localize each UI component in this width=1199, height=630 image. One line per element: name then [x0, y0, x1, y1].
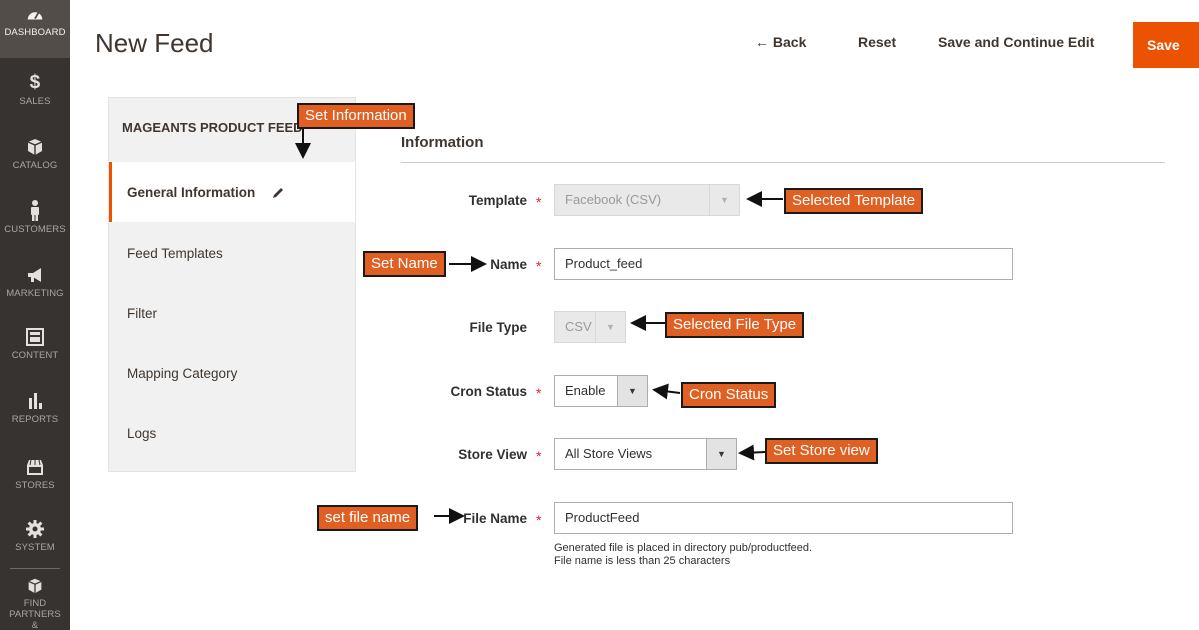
callout-selected-template: Selected Template [784, 188, 924, 214]
nav-marketing[interactable]: MARKETING [0, 264, 70, 299]
template-select[interactable]: Facebook (CSV) ▼ [554, 184, 740, 216]
section-divider [401, 162, 1165, 163]
required-mark: * [536, 385, 542, 401]
person-icon [31, 200, 39, 221]
nav-sales[interactable]: $ SALES [0, 72, 70, 107]
file-name-value: ProductFeed [565, 510, 640, 525]
tab-label: Filter [127, 306, 157, 321]
file-type-select[interactable]: CSV ▼ [554, 311, 626, 343]
bar-chart-icon [29, 393, 42, 409]
feed-tabs: MAGEANTS PRODUCT FEED General Informatio… [108, 97, 356, 472]
callout-cron-status: Cron Status [681, 382, 777, 408]
required-mark: * [536, 194, 542, 210]
template-label: Template [468, 193, 527, 208]
nav-system-label: SYSTEM [15, 542, 55, 553]
template-value: Facebook (CSV) [565, 192, 662, 207]
tab-feed-templates[interactable]: Feed Templates [109, 223, 355, 283]
file-name-input[interactable]: ProductFeed [554, 502, 1013, 534]
nav-reports[interactable]: REPORTS [0, 390, 70, 425]
chevron-down-icon: ▼ [709, 185, 739, 215]
required-mark: * [536, 258, 542, 274]
nav-content-label: CONTENT [11, 350, 59, 361]
back-button[interactable]: ← Back [755, 34, 806, 50]
layout-icon [26, 328, 44, 346]
tab-label: Logs [127, 426, 157, 441]
nav-customers-label: CUSTOMERS [4, 224, 66, 235]
box-icon [28, 578, 42, 594]
nav-marketing-label: MARKETING [6, 288, 64, 299]
nav-reports-label: REPORTS [11, 414, 59, 425]
save-button[interactable]: Save [1133, 22, 1199, 68]
nav-divider [10, 568, 60, 569]
chevron-down-icon: ▼ [617, 376, 647, 406]
admin-sidebar: DASHBOARD $ SALES CATALOG CUSTOMERS MARK… [0, 0, 70, 630]
file-type-value: CSV [565, 319, 592, 334]
nav-find-partners[interactable]: FIND PARTNERS & EXTENSIONS [0, 576, 70, 630]
name-input[interactable]: Product_feed [554, 248, 1013, 280]
cron-status-label: Cron Status [450, 384, 527, 399]
nav-stores[interactable]: STORES [0, 456, 70, 491]
section-title: Information [401, 134, 484, 151]
file-name-note: Generated file is placed in directory pu… [554, 542, 812, 568]
nav-find-partners-label-1: FIND PARTNERS [9, 598, 61, 620]
cron-status-value: Enable [565, 383, 606, 398]
tab-label: Mapping Category [127, 366, 238, 381]
page-title: New Feed [95, 28, 214, 58]
chevron-down-icon: ▼ [595, 312, 625, 342]
tab-label: Feed Templates [127, 246, 223, 261]
callout-selected-file-type: Selected File Type [665, 312, 805, 338]
nav-dashboard[interactable]: DASHBOARD [0, 0, 70, 58]
nav-stores-label: STORES [15, 480, 55, 491]
dashboard-icon [27, 11, 43, 20]
callout-set-store-view: Set Store view [765, 438, 878, 464]
tab-logs[interactable]: Logs [109, 403, 355, 463]
megaphone-icon [28, 268, 41, 282]
arrow-set-store-view [738, 444, 766, 461]
store-view-select[interactable]: All Store Views ▼ [554, 438, 737, 470]
tab-label: General Information [127, 185, 256, 200]
required-mark: * [536, 448, 542, 464]
callout-set-information: Set Information [297, 103, 415, 129]
name-value: Product_feed [565, 256, 643, 271]
cron-status-select[interactable]: Enable ▼ [554, 375, 648, 407]
callout-set-name: Set Name [363, 251, 446, 277]
callout-set-file-name: set file name [317, 505, 419, 531]
nav-dashboard-label: DASHBOARD [4, 27, 66, 38]
nav-customers[interactable]: CUSTOMERS [0, 198, 70, 235]
tab-filter[interactable]: Filter [109, 283, 355, 343]
gear-icon [26, 520, 44, 538]
required-mark: * [536, 512, 542, 528]
file-name-note-line-2: File name is less than 25 characters [554, 555, 731, 567]
file-name-note-line-1: Generated file is placed in directory pu… [554, 542, 813, 554]
storefront-icon [27, 459, 43, 475]
box-icon [27, 139, 43, 155]
store-view-value: All Store Views [565, 446, 653, 461]
nav-system[interactable]: SYSTEM [0, 518, 70, 553]
file-type-label: File Type [469, 320, 527, 335]
store-view-label: Store View [458, 447, 527, 462]
nav-find-partners-label-2: & EXTENSIONS [31, 620, 39, 630]
tabs-title: MAGEANTS PRODUCT FEED [122, 120, 303, 135]
save-continue-button[interactable]: Save and Continue Edit [938, 34, 1094, 50]
nav-sales-label: SALES [19, 96, 51, 107]
tab-general-information[interactable]: General Information [109, 162, 355, 222]
nav-content[interactable]: CONTENT [0, 326, 70, 361]
arrow-cron-status [652, 383, 681, 400]
reset-button[interactable]: Reset [858, 34, 896, 50]
nav-catalog[interactable]: CATALOG [0, 136, 70, 171]
tab-mapping-category[interactable]: Mapping Category [109, 343, 355, 403]
dollar-icon: $ [29, 72, 41, 93]
chevron-down-icon: ▼ [706, 439, 736, 469]
nav-catalog-label: CATALOG [12, 160, 58, 171]
pencil-icon [273, 188, 284, 199]
